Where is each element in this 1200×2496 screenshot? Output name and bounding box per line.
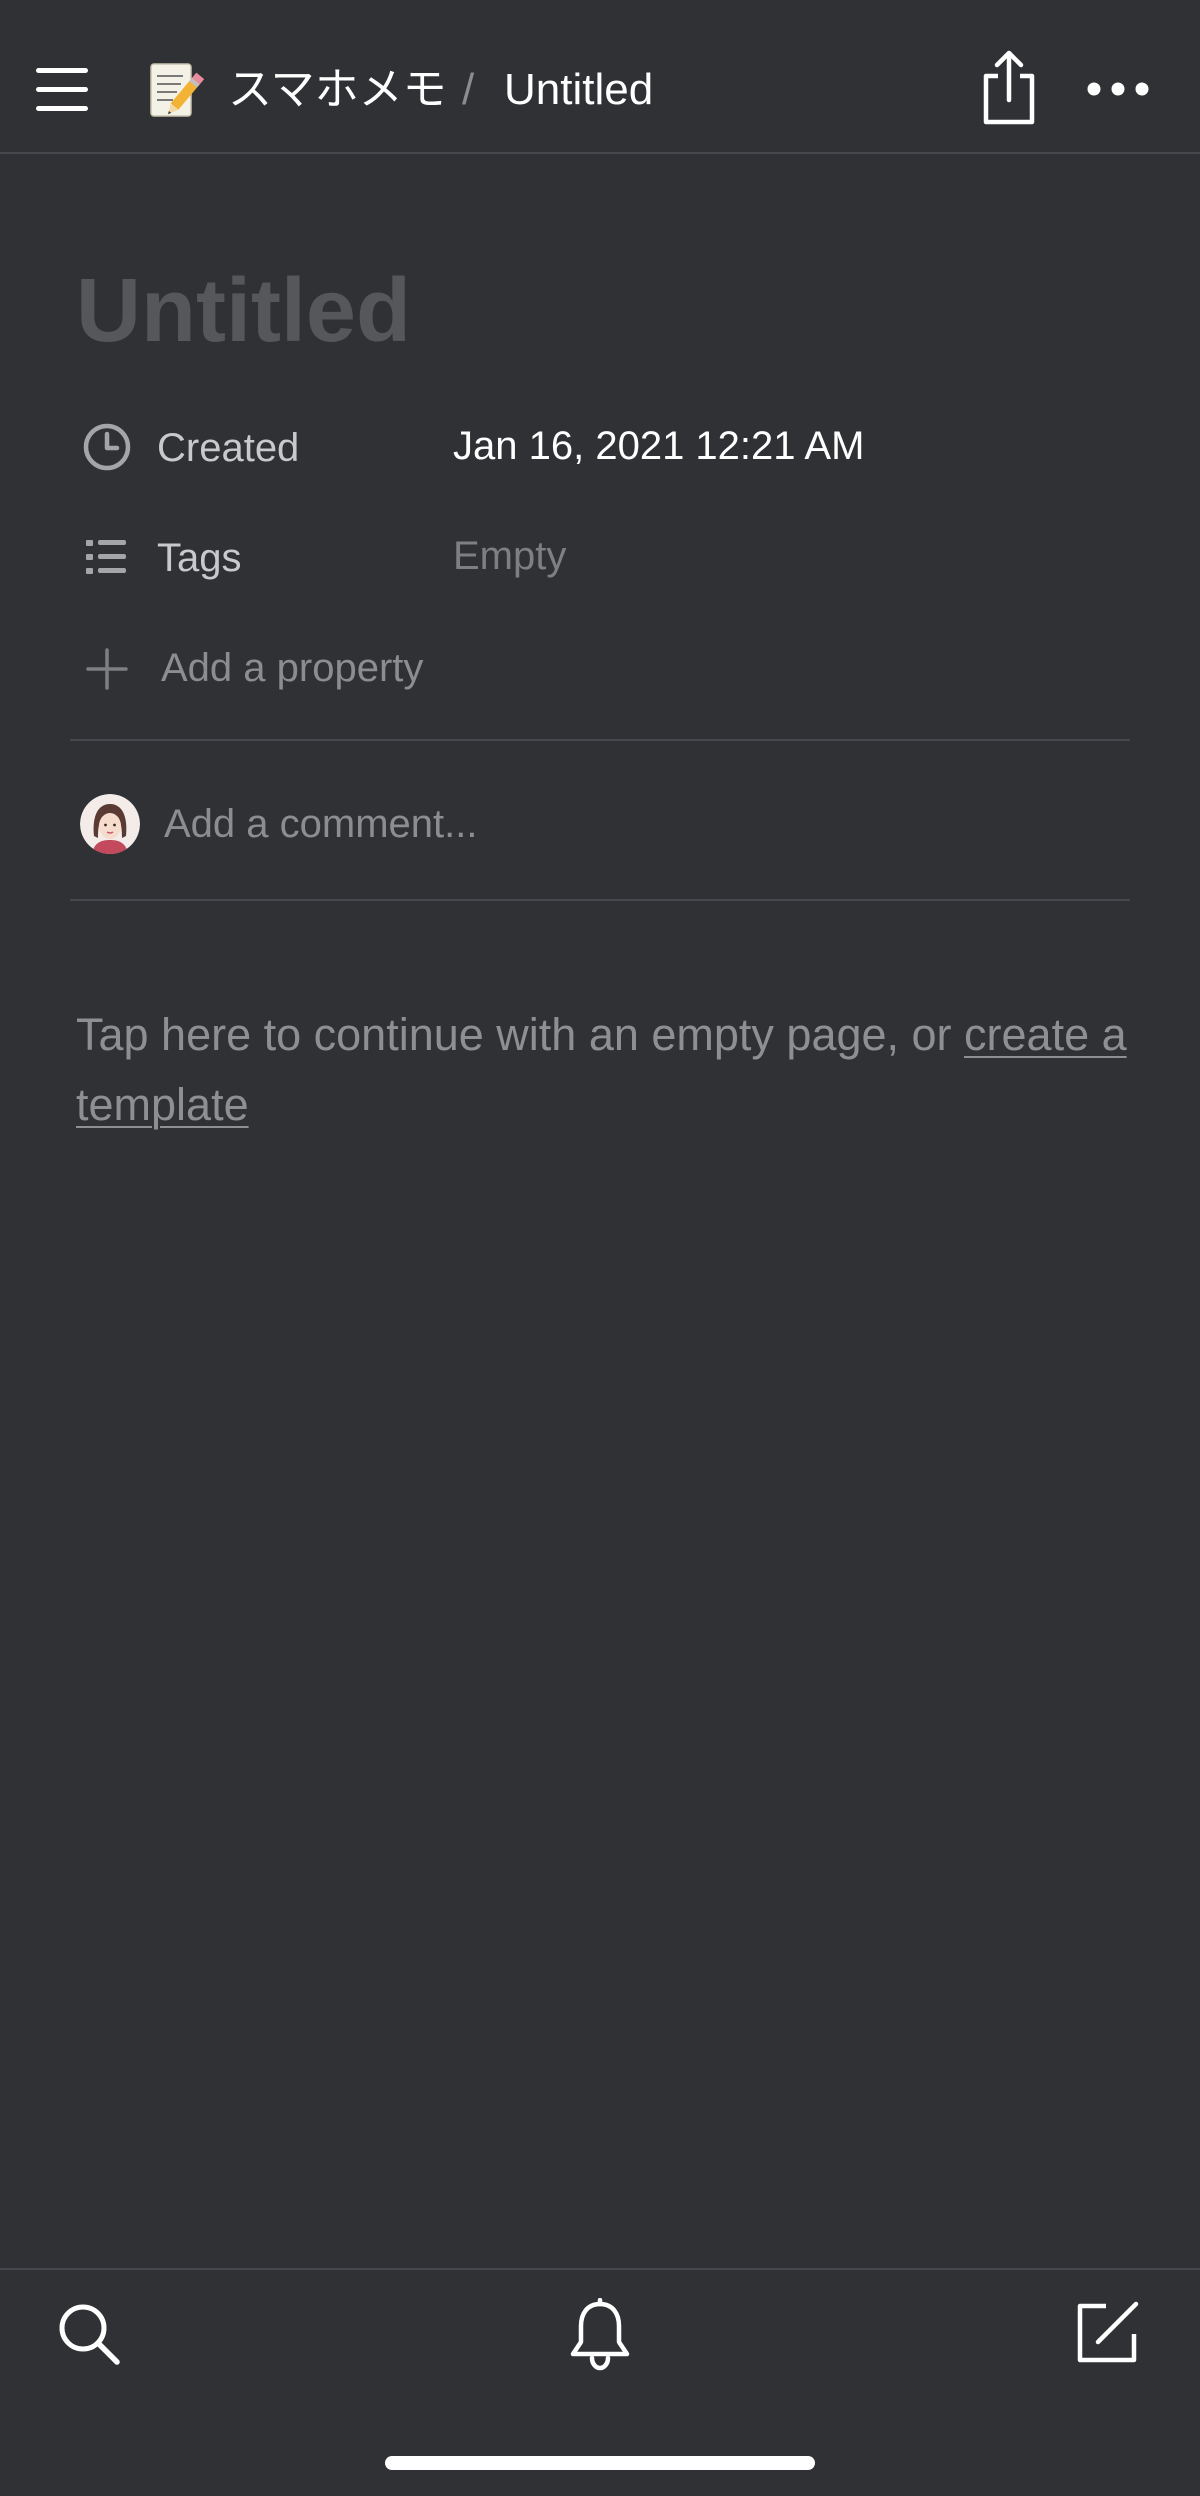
property-value: Jan 16, 2021 12:21 AM bbox=[453, 424, 865, 468]
home-indicator[interactable] bbox=[385, 2456, 815, 2470]
bell-icon[interactable] bbox=[565, 2297, 635, 2372]
comment-placeholder: Add a comment... bbox=[164, 802, 478, 846]
top-bar: スマホメモ / Untitled bbox=[0, 0, 1200, 154]
notion-page-screen: スマホメモ / Untitled Untitled Created Jan 16… bbox=[0, 0, 1200, 2496]
property-value[interactable]: Empty bbox=[453, 530, 566, 582]
hamburger-menu-icon[interactable] bbox=[34, 62, 90, 118]
property-label: Created bbox=[157, 426, 300, 470]
divider bbox=[70, 739, 1130, 741]
avatar bbox=[80, 794, 140, 854]
list-icon bbox=[82, 532, 132, 582]
breadcrumb-parent[interactable]: スマホメモ bbox=[228, 60, 447, 120]
divider bbox=[70, 899, 1130, 901]
property-created[interactable]: Created Jan 16, 2021 12:21 AM bbox=[70, 406, 1130, 486]
breadcrumb-separator: / bbox=[462, 65, 475, 114]
add-property-button[interactable]: Add a property bbox=[70, 628, 770, 708]
search-icon[interactable] bbox=[55, 2300, 125, 2370]
breadcrumb-current[interactable]: Untitled bbox=[504, 60, 653, 120]
add-property-label: Add a property bbox=[161, 646, 424, 690]
empty-page-hint[interactable]: Tap here to continue with an empty page,… bbox=[76, 1000, 1136, 1140]
property-tags[interactable]: Tags Empty bbox=[70, 516, 1130, 596]
empty-page-hint-text: Tap here to continue with an empty page,… bbox=[76, 1009, 965, 1060]
compose-icon[interactable] bbox=[1072, 2298, 1142, 2368]
clock-icon bbox=[82, 422, 132, 472]
page-title[interactable]: Untitled bbox=[76, 256, 411, 366]
more-horizontal-icon[interactable] bbox=[1086, 74, 1150, 104]
plus-icon bbox=[82, 644, 132, 694]
memo-emoji-icon[interactable] bbox=[145, 60, 205, 122]
share-icon[interactable] bbox=[978, 50, 1040, 126]
comment-input[interactable]: Add a comment... bbox=[70, 784, 1130, 864]
property-label: Tags bbox=[157, 536, 242, 580]
